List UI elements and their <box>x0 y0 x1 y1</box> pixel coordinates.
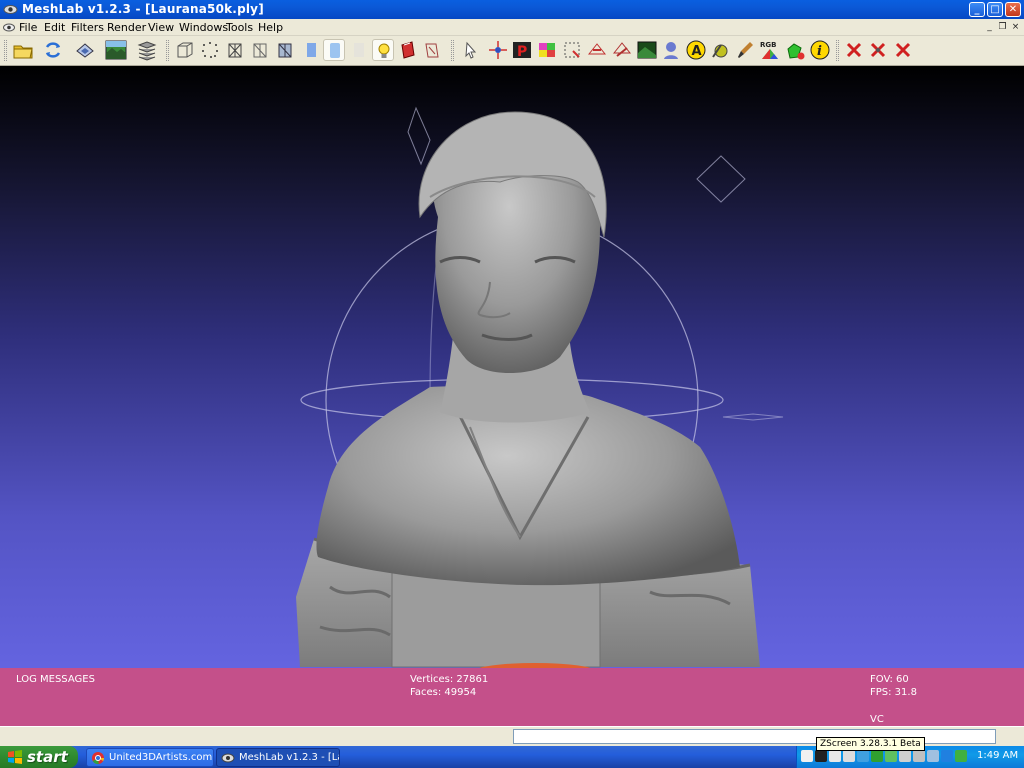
taskbar-item-meshlab[interactable]: MeshLab v1.2.3 - [La... <box>216 748 340 767</box>
task-label: MeshLab v1.2.3 - [La... <box>239 752 339 763</box>
title-bar: MeshLab v1.2.3 - [Laurana50k.ply] _ □ ✕ <box>0 0 1024 19</box>
backface-icon[interactable] <box>421 39 443 61</box>
minimize-button[interactable]: _ <box>969 2 985 17</box>
mdi-restore-button[interactable]: ❐ <box>997 21 1008 33</box>
double-side-lighting-icon[interactable] <box>397 39 419 61</box>
save-layer-icon[interactable] <box>74 39 96 61</box>
menu-windows[interactable]: Windows <box>179 21 228 34</box>
menu-edit[interactable]: Edit <box>44 21 65 34</box>
messenger-icon[interactable] <box>955 750 967 762</box>
fov-value: FOV: 60 <box>870 674 909 685</box>
network-icon[interactable] <box>829 750 841 762</box>
annotate-a-icon[interactable]: A <box>685 39 707 61</box>
svg-text:i: i <box>817 44 822 59</box>
start-button[interactable]: start <box>0 746 78 768</box>
select-faces-icon[interactable] <box>460 39 482 61</box>
antivirus-icon[interactable] <box>941 750 953 762</box>
vertices-count: Vertices: 27861 <box>410 674 489 685</box>
meshlab-app-icon <box>3 5 18 14</box>
menu-view[interactable]: View <box>148 21 174 34</box>
mesh-render[interactable] <box>0 67 1024 668</box>
color-paint-icon[interactable] <box>536 39 558 61</box>
shield-icon[interactable] <box>885 750 897 762</box>
volume-icon[interactable] <box>801 750 813 762</box>
toolbar-grip[interactable] <box>166 40 169 61</box>
measure-icon[interactable] <box>586 39 608 61</box>
faces-count: Faces: 49954 <box>410 687 477 698</box>
log-panel: LOG MESSAGES Vertices: 27861 Faces: 4995… <box>0 668 1024 726</box>
paint-p-icon[interactable]: P <box>511 39 533 61</box>
menu-tools[interactable]: Tools <box>226 21 253 34</box>
wireframe-icon[interactable] <box>224 39 246 61</box>
main-toolbar: P A RGB i <box>0 36 1024 66</box>
z-paint-icon[interactable] <box>709 39 731 61</box>
point-cloud-icon[interactable] <box>660 39 682 61</box>
select-vertex-icon[interactable] <box>561 39 583 61</box>
menu-file[interactable]: File <box>19 21 37 34</box>
toolbar-grip[interactable] <box>836 40 839 61</box>
flat-icon[interactable] <box>300 39 322 61</box>
reload-icon[interactable] <box>42 39 64 61</box>
start-label: start <box>27 748 68 766</box>
chrome-icon <box>92 752 104 765</box>
z-icon[interactable] <box>843 750 855 762</box>
mdi-close-button[interactable]: × <box>1010 21 1021 33</box>
meshlab-icon <box>221 753 235 763</box>
flat-lines-icon[interactable] <box>274 39 296 61</box>
close-button[interactable]: ✕ <box>1005 2 1021 17</box>
texture-icon[interactable] <box>348 39 370 61</box>
window-title: MeshLab v1.2.3 - [Laurana50k.ply] <box>22 2 264 16</box>
svg-text:A: A <box>692 44 702 59</box>
svg-text:RGB: RGB <box>760 41 776 49</box>
pick-point-icon[interactable] <box>487 39 509 61</box>
usb-icon[interactable] <box>927 750 939 762</box>
mdi-minimize-button[interactable]: _ <box>984 21 995 33</box>
3d-viewport[interactable] <box>0 67 1024 668</box>
brush-icon[interactable] <box>734 39 756 61</box>
download-icon[interactable] <box>871 750 883 762</box>
tray-tooltip: ZScreen 3.28.3.1 Beta <box>816 737 925 751</box>
zscreen-icon[interactable] <box>815 750 827 762</box>
svg-text:P: P <box>517 44 527 60</box>
info-icon[interactable]: i <box>809 39 831 61</box>
raster-icon[interactable] <box>636 39 658 61</box>
points-icon[interactable] <box>199 39 221 61</box>
maximize-button[interactable]: □ <box>987 2 1003 17</box>
windows-logo-icon <box>8 750 22 764</box>
smooth-icon[interactable] <box>323 39 345 61</box>
toolbar-grip[interactable] <box>451 40 454 61</box>
clock[interactable]: 1:49 AM <box>977 750 1018 761</box>
log-title: LOG MESSAGES <box>16 674 95 685</box>
fps-value: FPS: 31.8 <box>870 687 917 698</box>
menu-help[interactable]: Help <box>258 21 283 34</box>
delete-vertices-icon[interactable] <box>867 39 889 61</box>
layers-icon[interactable] <box>136 39 158 61</box>
menu-render[interactable]: Render <box>107 21 146 34</box>
menu-filters[interactable]: Filters <box>71 21 104 34</box>
light-marker <box>407 106 431 166</box>
stats-icon[interactable] <box>784 39 806 61</box>
folder-icon[interactable] <box>899 750 911 762</box>
sync-icon[interactable] <box>857 750 869 762</box>
rgb-icon[interactable]: RGB <box>759 39 781 61</box>
align-icon[interactable] <box>611 39 633 61</box>
menu-bar: File Edit Filters Render View Windows To… <box>0 19 1024 36</box>
hidden-lines-icon[interactable] <box>249 39 271 61</box>
delete-faces-icon[interactable] <box>843 39 865 61</box>
light-marker <box>696 155 746 203</box>
axis-marker <box>722 413 784 421</box>
snapshot-icon[interactable] <box>105 39 127 61</box>
toolbar-grip[interactable] <box>4 40 7 61</box>
bounding-box-icon[interactable] <box>174 39 196 61</box>
delete-all-icon[interactable] <box>892 39 914 61</box>
taskbar-item-chrome[interactable]: United3DArtists.com ... <box>86 748 214 767</box>
open-folder-icon[interactable] <box>12 39 34 61</box>
light-icon[interactable] <box>372 39 394 61</box>
task-label: United3DArtists.com ... <box>109 752 214 763</box>
lan-icon[interactable] <box>913 750 925 762</box>
vc-indicator: VC <box>870 714 884 725</box>
document-icon[interactable] <box>3 22 15 33</box>
